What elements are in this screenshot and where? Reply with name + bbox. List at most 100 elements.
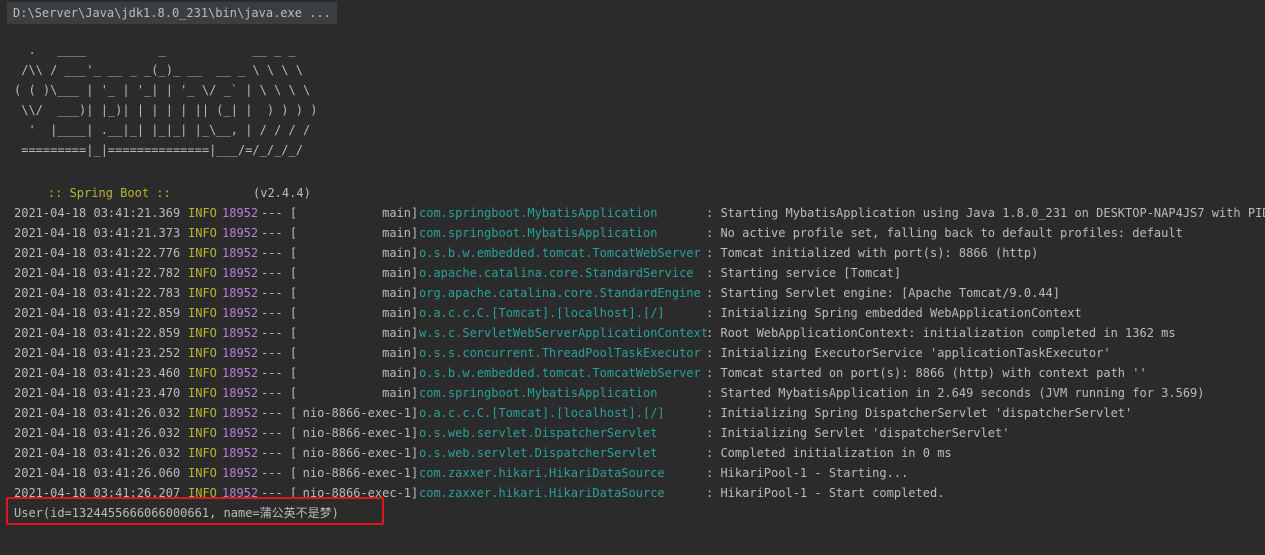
log-thread-bracket: ] (411, 466, 419, 480)
log-level: INFO (188, 326, 217, 340)
log-timestamp: 2021-04-18 03:41:23.252 (14, 346, 181, 360)
log-message: : Initializing Servlet 'dispatcherServle… (706, 426, 1010, 440)
log-logger[interactable]: o.a.c.c.C.[Tomcat].[localhost].[/] (419, 403, 665, 423)
log-thread-bracket: ] (411, 266, 419, 280)
log-thread-bracket: ] (411, 486, 419, 500)
log-thread: main (382, 266, 411, 280)
log-level: INFO (188, 466, 217, 480)
log-row: 2021-04-18 03:41:21.369 INFO 18952 --- [ mai… (14, 203, 1265, 223)
log-level: INFO (188, 426, 217, 440)
log-logger[interactable]: w.s.c.ServletWebServerApplicationContext (419, 323, 708, 343)
log-pid: 18952 (222, 226, 259, 240)
log-thread: main (382, 286, 411, 300)
log-message: : No active profile set, falling back to… (706, 226, 1183, 240)
log-logger[interactable]: com.springboot.MybatisApplication (419, 203, 657, 223)
log-separator: --- [ (261, 446, 298, 460)
log-message: : Starting Servlet engine: [Apache Tomca… (706, 286, 1061, 300)
log-logger[interactable]: o.s.web.servlet.DispatcherServlet (419, 443, 657, 463)
log-separator: --- [ (261, 386, 298, 400)
log-pid: 18952 (222, 326, 259, 340)
log-logger[interactable]: com.springboot.MybatisApplication (419, 223, 657, 243)
log-pid: 18952 (222, 466, 259, 480)
log-separator: --- [ (261, 466, 298, 480)
log-thread-bracket: ] (411, 326, 419, 340)
log-logger[interactable]: o.s.b.w.embedded.tomcat.TomcatWebServer (419, 243, 701, 263)
log-row: 2021-04-18 03:41:26.032 INFO 18952 --- [nio… (14, 423, 1265, 443)
spring-boot-label: :: Spring Boot :: (47, 186, 171, 200)
log-logger[interactable]: com.springboot.MybatisApplication (419, 383, 657, 403)
log-separator: --- [ (261, 206, 298, 220)
log-separator: --- [ (261, 326, 298, 340)
log-level: INFO (188, 286, 217, 300)
log-message: : Initializing Spring embedded WebApplic… (706, 306, 1082, 320)
log-level: INFO (188, 266, 217, 280)
log-pid: 18952 (222, 306, 259, 320)
log-level: INFO (188, 406, 217, 420)
log-timestamp: 2021-04-18 03:41:21.369 (14, 206, 181, 220)
log-level: INFO (188, 366, 217, 380)
log-row: 2021-04-18 03:41:21.373 INFO 18952 --- [mai… (14, 223, 1265, 243)
log-thread: main (382, 346, 411, 360)
log-timestamp: 2021-04-18 03:41:22.782 (14, 266, 181, 280)
log-level: INFO (188, 386, 217, 400)
log-thread: main (382, 306, 411, 320)
log-pid: 18952 (222, 206, 259, 220)
log-logger[interactable]: com.zaxxer.hikari.HikariDataSource (419, 483, 665, 503)
log-row: 2021-04-18 03:41:22.776 INFO 18952 --- [mai… (14, 243, 1265, 263)
log-message: : Starting service [Tomcat] (706, 266, 902, 280)
run-console: D:\Server\Java\jdk1.8.0_231\bin\java.exe… (0, 0, 1265, 555)
log-logger[interactable]: o.s.s.concurrent.ThreadPoolTaskExecutor (419, 343, 701, 363)
log-logger[interactable]: com.zaxxer.hikari.HikariDataSource (419, 463, 665, 483)
log-logger[interactable]: o.s.web.servlet.DispatcherServlet (419, 423, 657, 443)
log-timestamp: 2021-04-18 03:41:22.859 (14, 326, 181, 340)
log-row: 2021-04-18 03:41:22.783 INFO 18952 --- [mai… (14, 283, 1265, 303)
log-separator: --- [ (261, 286, 298, 300)
log-message: : Initializing ExecutorService 'applicat… (706, 346, 1111, 360)
log-thread-bracket: ] (411, 306, 419, 320)
log-thread: nio-8866-exec-1 (302, 466, 411, 480)
log-pid: 18952 (222, 426, 259, 440)
log-logger[interactable]: o.s.b.w.embedded.tomcat.TomcatWebServer (419, 363, 701, 383)
log-message: : Tomcat started on port(s): 8866 (http)… (706, 366, 1147, 380)
log-separator: --- [ (261, 426, 298, 440)
log-thread-bracket: ] (411, 386, 419, 400)
log-timestamp: 2021-04-18 03:41:22.776 (14, 246, 181, 260)
log-thread-bracket: ] (411, 366, 419, 380)
log-row: 2021-04-18 03:41:26.032 INFO 18952 --- [nio… (14, 443, 1265, 463)
log-separator: --- [ (261, 246, 298, 260)
log-row: 2021-04-18 03:41:23.252 INFO 18952 --- [mai… (14, 343, 1265, 363)
log-thread-bracket: ] (411, 446, 419, 460)
log-thread-bracket: ] (411, 206, 419, 220)
log-output: 2021-04-18 03:41:21.369 INFO 18952 --- [mai… (14, 203, 1265, 503)
log-message: : Root WebApplicationContext: initializa… (706, 326, 1176, 340)
log-thread: main (382, 366, 411, 380)
log-thread-bracket: ] (411, 246, 419, 260)
log-thread-bracket: ] (411, 226, 419, 240)
log-timestamp: 2021-04-18 03:41:23.460 (14, 366, 181, 380)
log-logger[interactable]: org.apache.catalina.core.StandardEngine (419, 283, 701, 303)
highlight-box (6, 497, 384, 525)
log-separator: --- [ (261, 226, 298, 240)
log-separator: --- [ (261, 406, 298, 420)
log-timestamp: 2021-04-18 03:41:23.470 (14, 386, 181, 400)
log-level: INFO (188, 246, 217, 260)
log-thread: nio-8866-exec-1 (302, 446, 411, 460)
command-line[interactable]: D:\Server\Java\jdk1.8.0_231\bin\java.exe… (7, 2, 337, 24)
log-message: : Tomcat initialized with port(s): 8866 … (706, 246, 1039, 260)
log-row: 2021-04-18 03:41:26.032 INFO 18952 --- [nio… (14, 403, 1265, 423)
log-thread: main (382, 386, 411, 400)
log-message: : Initializing Spring DispatcherServlet … (706, 406, 1133, 420)
log-thread: main (382, 226, 411, 240)
log-separator: --- [ (261, 306, 298, 320)
log-level: INFO (188, 226, 217, 240)
log-row: 2021-04-18 03:41:23.470 INFO 18952 --- [mai… (14, 383, 1265, 403)
log-logger[interactable]: o.a.c.c.C.[Tomcat].[localhost].[/] (419, 303, 665, 323)
log-logger[interactable]: o.apache.catalina.core.StandardService (419, 263, 694, 283)
log-timestamp: 2021-04-18 03:41:26.032 (14, 406, 181, 420)
log-thread: nio-8866-exec-1 (302, 426, 411, 440)
log-thread-bracket: ] (411, 406, 419, 420)
log-level: INFO (188, 306, 217, 320)
log-level: INFO (188, 206, 217, 220)
log-pid: 18952 (222, 346, 259, 360)
log-thread: main (382, 206, 411, 220)
